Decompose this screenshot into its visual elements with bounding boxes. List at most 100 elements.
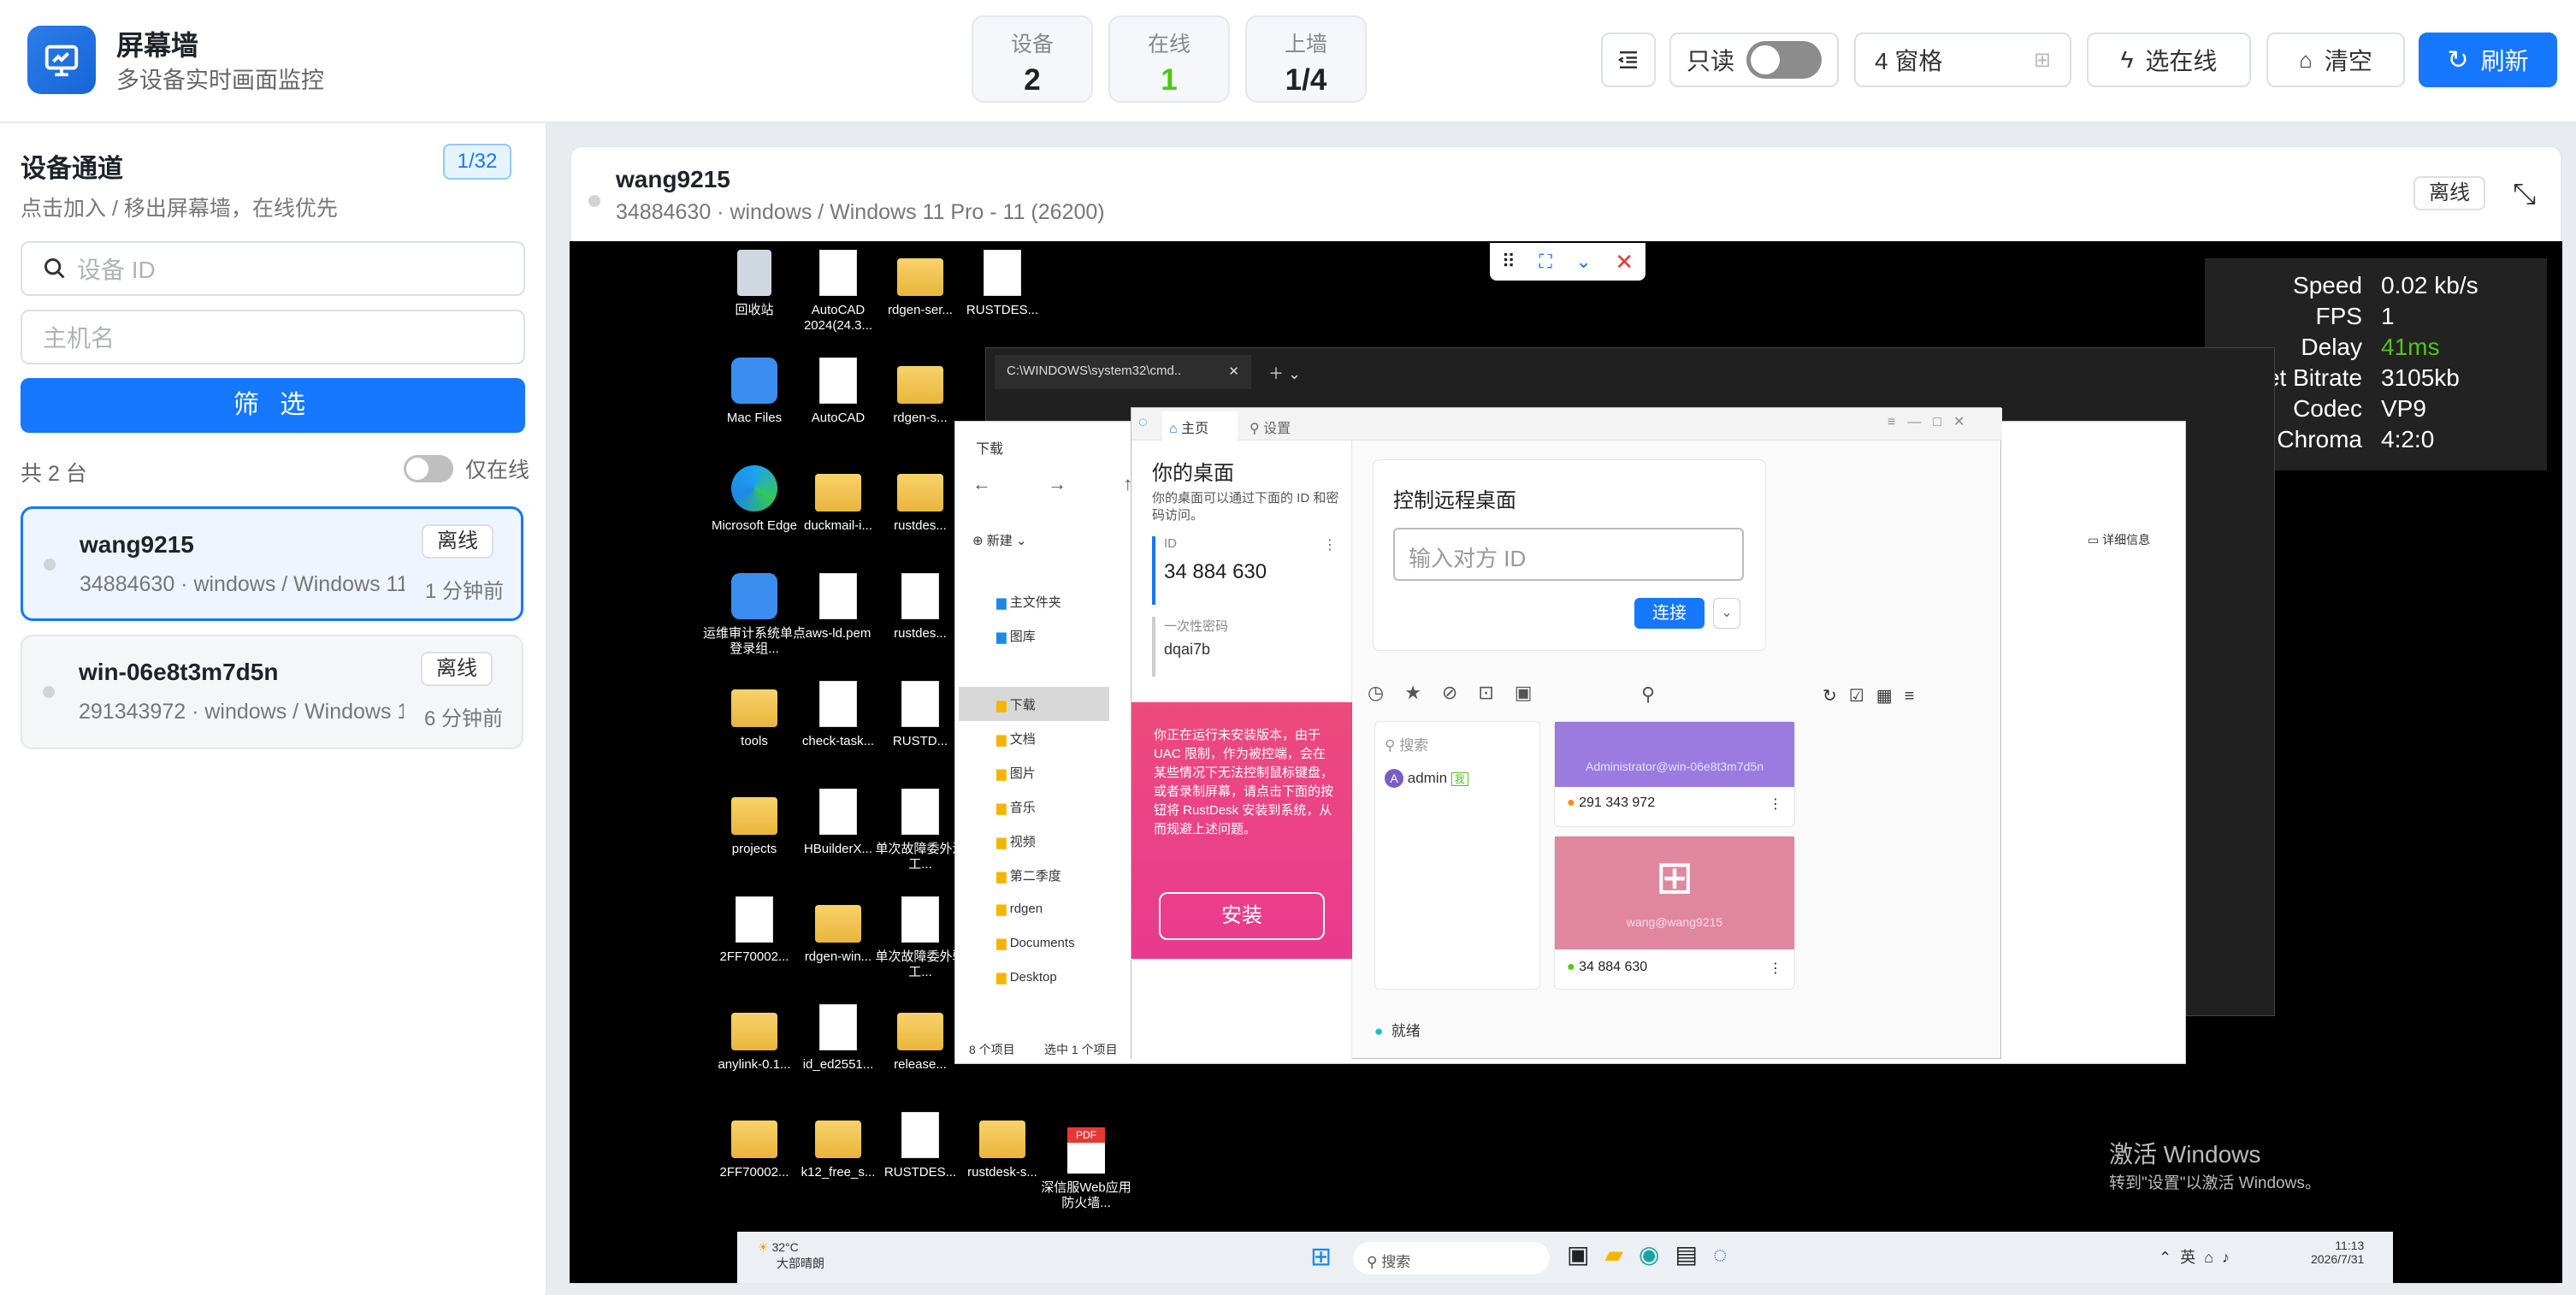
device-meta: 291343972 · windows / Windows 11 Pro - 1… [79,700,404,724]
status-badge: 离线 [421,652,493,686]
windows-taskbar: ☀ 32°C 大部晴朗 ⊞ ⚲ 搜索 ▣▰◉▤◌ ⌃英⌂♪ 11:13 2026/7… [737,1232,2393,1283]
tray-icons[interactable]: ⌃英⌂♪ [2159,1245,2238,1268]
desktop-icon[interactable]: RUSTDES... [951,250,1054,318]
device-name: wang9215 [80,531,194,558]
peer-tab-icons[interactable]: ◷★⊘⊡▣ [1368,682,1553,704]
ready-status: ● 就绪 [1374,1023,1421,1039]
panel-device-meta: 34884630 · windows / Windows 11 Pro - 11… [616,200,1105,224]
folder-icon: ▆ [996,869,1010,884]
nav-item[interactable]: ▆ 第二季度 [959,858,1109,892]
connect-button[interactable]: 连接 [1634,598,1705,629]
desktop-icon[interactable]: rdgen-s... [869,358,972,426]
exit-fullscreen-icon[interactable]: ⤡ [2513,178,2536,211]
connect-options-icon[interactable]: ⌄ [1713,598,1740,629]
readonly-toggle[interactable]: 只读 [1669,33,1839,87]
drag-handle-icon[interactable]: ⠿ [1502,251,1515,273]
rustdesk-window[interactable]: ◌ ⌂ 主页 ⚲ 设置 ≡—□✕ 你的桌面 你的桌面可以通过下面的 ID 和密码… [1131,407,2002,1060]
menu-fold-icon [1617,51,1637,68]
otp-value: dqai7b [1164,641,1211,658]
readonly-switch[interactable] [1746,41,1822,79]
folder-icon: ▆ [996,801,1010,815]
chevron-down-icon[interactable]: ⌄ [1575,251,1591,273]
nav-item[interactable]: ▆ 音乐 [959,789,1109,824]
fullscreen-icon[interactable]: ⛶ [1539,251,1551,273]
peer-card[interactable]: Administrator@win-06e8t3m7d5n ● 291 343 … [1554,721,1795,827]
close-icon[interactable]: ✕ [1615,249,1634,275]
nav-item[interactable]: ▆ 文档 [959,721,1109,755]
blue-icon [731,573,777,619]
desktop-icon-label: 深信服Web应用防火墙... [1041,1180,1131,1210]
peer-card[interactable]: ⊞ wang@wang9215 ● 34 884 630 ⋮ [1554,836,1795,990]
collapse-menu-button[interactable] [1601,33,1656,87]
nav-item[interactable]: ▆ Documents [959,926,1109,961]
install-button[interactable]: 安装 [1159,892,1325,940]
tab-settings[interactable]: ⚲ 设置 [1250,417,1291,437]
nav-item[interactable]: ▆ rdgen [959,892,1109,926]
folder-icon [731,797,777,835]
nav-item[interactable]: ▆ 主文件夹 [959,584,1109,618]
taskbar-apps[interactable]: ▣▰◉▤◌ [1567,1240,1743,1268]
search-icon[interactable]: ⚲ [1641,683,1655,706]
channel-count-badge: 1/32 [443,144,511,180]
filter-button[interactable]: 筛 选 [21,378,525,433]
stat-devices: 设备 2 [972,15,1093,103]
search-icon [44,258,65,279]
nav-item[interactable]: ▆ 图片 [959,755,1109,789]
window-controls[interactable]: ≡—□✕ [1888,413,1976,430]
folder-icon: ▆ [996,766,1010,781]
hostname-input[interactable]: 主机名 [21,310,525,364]
file-icon [901,789,939,835]
panel-status-badge: 离线 [2414,176,2485,210]
folder-icon [815,474,861,511]
only-online-switch[interactable] [404,455,453,482]
blue-icon [731,358,777,404]
nav-item[interactable]: ▆ 视频 [959,824,1109,858]
pdf-icon: PDF [1067,1127,1105,1174]
folder-icon [815,1121,861,1158]
desktop-desc: 你的桌面可以通过下面的 ID 和密码访问。 [1152,491,1339,523]
folder-icon [897,258,943,296]
device-id-input[interactable]: 设备 ID [21,241,525,296]
select-online-button[interactable]: ϟ 选在线 [2087,33,2251,87]
file-icon [819,250,857,296]
weather-widget[interactable]: ☀ 32°C 大部晴朗 [758,1240,824,1272]
folder-icon [897,366,943,404]
taskbar-search[interactable]: ⚲ 搜索 [1353,1242,1550,1274]
app-title: 屏幕墙 [116,30,199,61]
remote-toolbar: ⠿ ⛶ ⌄ ✕ [1490,243,1645,281]
details-button[interactable]: ▭ 详细信息 [2088,531,2150,548]
folder-icon [897,474,943,511]
clear-button[interactable]: ⌂ 清空 [2266,33,2405,87]
peer-search[interactable]: ⚲ 搜索 [1385,733,1428,754]
new-button[interactable]: ⊕ 新建 ⌄ [972,531,1027,549]
sidebar-title: 设备通道 [21,155,123,183]
peer-id-input[interactable]: 输入对方 ID [1393,528,1744,581]
user-item[interactable]: A admin 我 [1385,769,1468,788]
remote-screen[interactable]: 回收站 AutoCAD 2024(24.3... rdgen-ser... RUSTD… [570,241,2562,1283]
file-icon [901,896,939,943]
more-icon[interactable]: ⋮ [1323,536,1337,553]
nav-item[interactable]: ▆ Desktop [959,961,1109,995]
new-tab-icon[interactable]: ＋ ⌄ [1268,362,1301,384]
only-online-toggle[interactable]: 仅在线 [404,453,529,484]
status-dot [44,559,56,571]
bin-icon [737,250,771,296]
nav-item[interactable]: ▆ 图库 [959,618,1109,653]
file-icon [819,1004,857,1050]
stat-online: 在线 1 [1108,15,1230,103]
device-card[interactable]: wang9215 34884630 · windows / Windows 11… [21,506,523,621]
refresh-button[interactable]: ↻ 刷新 [2419,33,2557,87]
your-desktop-title: 你的桌面 [1152,462,1234,485]
file-icon [819,681,857,727]
cmd-tab[interactable]: C:\WINDOWS\system32\cmd.. ✕ [995,355,1251,389]
nav-item[interactable]: ▆ 下载 [959,687,1109,721]
desktop-icon[interactable]: PDF 深信服Web应用防火墙... [1035,1112,1137,1211]
last-seen: 1 分钟前 [425,580,505,603]
grid-select[interactable]: 4 窗格 ⊞ [1854,33,2071,87]
folder-icon [731,689,777,727]
tab-home[interactable]: ⌂ 主页 [1162,411,1238,441]
view-options-icons[interactable]: ↻☑▦≡ [1823,685,1926,707]
folder-icon [979,1121,1025,1158]
start-icon[interactable]: ⊞ [1310,1242,1332,1272]
device-card[interactable]: win-06e8t3m7d5n 291343972 · windows / Wi… [21,635,523,749]
